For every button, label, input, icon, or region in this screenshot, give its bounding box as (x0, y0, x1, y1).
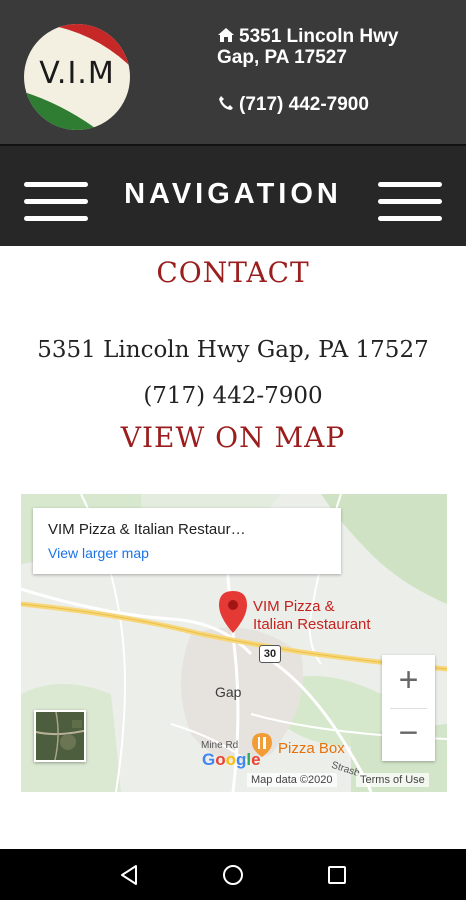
zoom-controls: + − (382, 655, 435, 761)
satellite-thumbnail-icon (36, 712, 84, 760)
contact-heading: CONTACT (156, 256, 310, 289)
pin-label-line1: VIM Pizza & (253, 598, 335, 615)
satellite-view-toggle[interactable] (34, 710, 86, 762)
navigation-bar: NAVIGATION (0, 144, 466, 246)
embedded-map[interactable]: VIM Pizza & Italian Restaur… View larger… (21, 494, 447, 792)
contact-phone[interactable]: (717) 442-7900 (0, 383, 466, 409)
view-on-map-link[interactable]: VIEW ON MAP (0, 421, 466, 454)
logo-text: V.I.M (39, 56, 115, 91)
poi-label[interactable]: Pizza Box (278, 740, 345, 757)
phone-icon (219, 96, 233, 110)
map-info-card: VIM Pizza & Italian Restaur… View larger… (33, 508, 341, 574)
zoom-in-button[interactable]: + (382, 655, 435, 708)
location-pin-icon[interactable] (218, 590, 248, 634)
pin-label[interactable]: VIM Pizza & Italian Restaurant (253, 598, 371, 634)
pin-label-line2: Italian Restaurant (253, 616, 371, 633)
zoom-out-button[interactable]: − (382, 708, 435, 761)
menu-right-hamburger-icon[interactable] (378, 182, 442, 222)
map-attribution: Map data ©2020 (247, 773, 337, 787)
header-address-text1: 5351 Lincoln Hwy (239, 26, 399, 47)
header-address-line2[interactable]: Gap, PA 17527 (217, 47, 347, 68)
header-phone-text: (717) 442-7900 (239, 94, 369, 115)
back-icon[interactable] (118, 863, 142, 887)
contact-address: 5351 Lincoln Hwy Gap, PA 17527 (37, 337, 429, 363)
vim-logo[interactable]: V.I.M (24, 24, 130, 130)
top-info-bar: V.I.M 5351 Lincoln Hwy Gap, PA 17527 (71… (0, 0, 466, 144)
town-label: Gap (215, 684, 242, 700)
header-address-line1[interactable]: 5351 Lincoln Hwy (217, 26, 398, 47)
header-phone[interactable]: (717) 442-7900 (217, 94, 369, 116)
view-larger-map-link[interactable]: View larger map (48, 545, 149, 561)
home-icon (218, 28, 234, 42)
terms-of-use-link[interactable]: Terms of Use (356, 773, 429, 787)
recents-icon[interactable] (325, 863, 349, 887)
map-card-title: VIM Pizza & Italian Restaur… (48, 521, 246, 538)
route-shield-icon: 30 (259, 645, 281, 663)
system-navigation-bar (0, 849, 466, 900)
home-circle-icon[interactable] (221, 863, 245, 887)
google-logo: Google (202, 750, 261, 769)
